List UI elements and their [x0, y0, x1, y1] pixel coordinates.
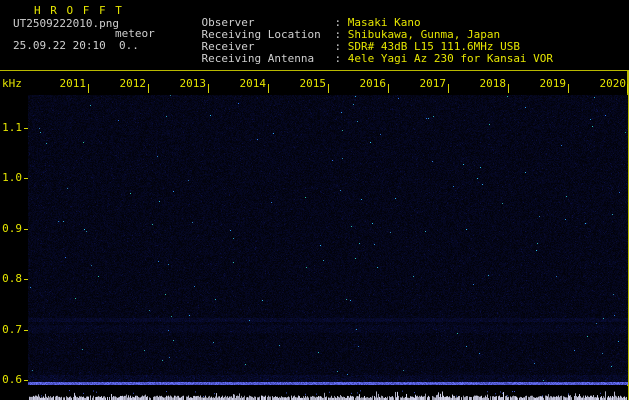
- time-tick-mark: [268, 84, 269, 93]
- time-tick-mark: [627, 84, 628, 93]
- datetime-label: 25.09.22 20:10 0..: [13, 39, 139, 52]
- spectrogram: [28, 95, 628, 385]
- time-tick-mark: [208, 84, 209, 93]
- output-filename: UT2509222010.png: [13, 17, 119, 30]
- time-tick-mark: [508, 84, 509, 93]
- time-tick-mark: [448, 84, 449, 93]
- time-tick-mark: [88, 84, 89, 93]
- time-tick-mark: [388, 84, 389, 93]
- time-tick-label: 2017: [419, 77, 447, 90]
- freq-tick-label: 0.9: [2, 222, 22, 235]
- time-tick-label: 2014: [239, 77, 267, 90]
- time-tick-label: 2012: [119, 77, 147, 90]
- time-tick-mark: [568, 84, 569, 93]
- time-tick-mark: [148, 84, 149, 93]
- header-separator-line: [0, 70, 629, 71]
- info-label: Receiving Antenna: [201, 52, 315, 65]
- signal-level-strip: [28, 386, 628, 400]
- freq-tick-label: 0.6: [2, 373, 22, 386]
- app-title: H R O F F T: [34, 4, 124, 17]
- freq-tick-label: 1.0: [2, 171, 22, 184]
- time-tick-label: 2016: [359, 77, 387, 90]
- time-tick-label: 2019: [539, 77, 567, 90]
- time-tick-label: 2015: [299, 77, 327, 90]
- info-row-antenna: Receiving Antenna: 4ele Yagi Az 230 for …: [175, 41, 554, 77]
- freq-tick-label: 0.8: [2, 272, 22, 285]
- freq-tick-label: 1.1: [2, 121, 22, 134]
- info-value: 4ele Yagi Az 230 for Kansai VOR: [347, 52, 554, 65]
- time-tick-label: 2018: [479, 77, 507, 90]
- y-axis-unit-label: kHz: [2, 77, 22, 90]
- hrofft-screen: H R O F F T UT2509222010.png meteor 25.0…: [0, 0, 629, 400]
- time-tick-label: 2011: [59, 77, 87, 90]
- time-tick-label: 2013: [179, 77, 207, 90]
- freq-tick-label: 0.7: [2, 323, 22, 336]
- time-tick-mark: [328, 84, 329, 93]
- info-separator: :: [334, 52, 348, 65]
- time-tick-label: 2020: [599, 77, 627, 90]
